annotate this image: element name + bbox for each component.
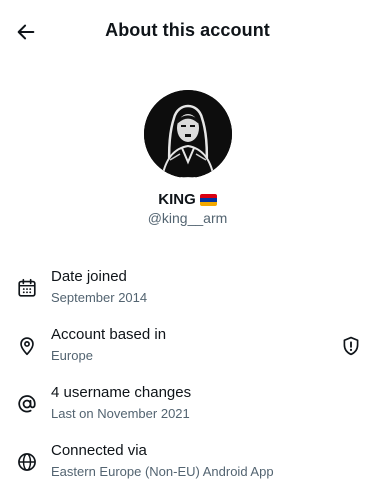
at-sign-icon — [18, 395, 36, 413]
account-based-in-label: Account based in — [51, 326, 167, 343]
connected-via-value: Eastern Europe (Non-EU) Android App — [51, 464, 274, 479]
profile-name-row: KING — [0, 191, 375, 208]
username-changes-row: 4 username changes Last on November 2021 — [0, 384, 375, 434]
date-joined-label: Date joined — [51, 268, 127, 285]
calendar-icon — [18, 278, 36, 297]
connected-via-label: Connected via — [51, 442, 147, 459]
globe-icon — [18, 453, 36, 471]
username-changes-label: 4 username changes — [51, 384, 192, 401]
flag-stripe-orange — [199, 201, 217, 206]
username-changes-value: Last on November 2021 — [51, 406, 190, 421]
account-based-in-row: Account based in Europe — [0, 326, 375, 376]
avatar[interactable] — [144, 90, 232, 178]
username-handle: @king__arm — [147, 210, 228, 226]
location-pin-icon — [20, 337, 34, 356]
date-joined-value: September 2014 — [51, 290, 148, 305]
armenia-flag-icon — [199, 193, 217, 206]
display-name: KING — [158, 191, 196, 208]
date-joined-row: Date joined September 2014 — [0, 268, 375, 318]
header: About this account — [0, 0, 375, 64]
shield-icon[interactable] — [340, 335, 362, 357]
page-title: About this account — [105, 20, 270, 40]
connected-via-row: Connected via Eastern Europe (Non-EU) An… — [0, 442, 375, 492]
avatar-image — [144, 90, 232, 178]
account-based-in-value: Europe — [51, 348, 93, 363]
